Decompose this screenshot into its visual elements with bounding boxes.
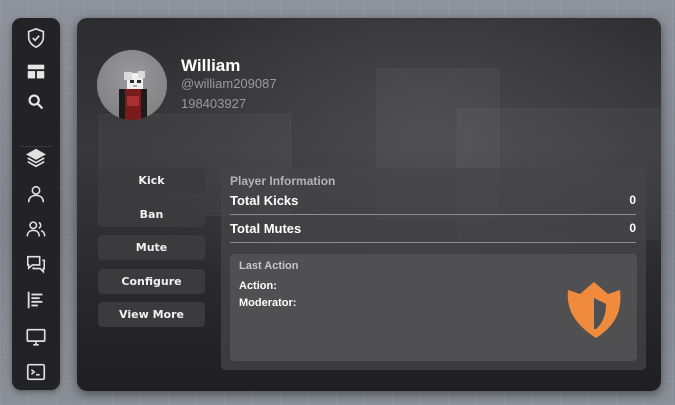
- users-icon[interactable]: [24, 217, 48, 241]
- stat-label: Total Kicks: [230, 193, 299, 208]
- user-id: 198403927: [181, 96, 247, 111]
- terminal-icon[interactable]: [24, 360, 48, 384]
- player-panel: William @william209087 198403927 Kick Ba…: [77, 18, 661, 391]
- shield-half-icon: [567, 282, 621, 338]
- ban-button[interactable]: Ban: [98, 202, 205, 227]
- last-action-card: Last Action Action: Moderator:: [230, 254, 637, 361]
- display-name: William: [181, 56, 241, 75]
- player-information-panel: Player Information Total Kicks 0 Total M…: [221, 168, 646, 370]
- user-icon[interactable]: [24, 182, 48, 206]
- kick-button[interactable]: Kick: [98, 168, 205, 193]
- stat-value: 0: [629, 193, 636, 207]
- username: @william209087: [181, 76, 277, 91]
- action-label: Action:: [239, 280, 277, 292]
- stat-value: 0: [629, 221, 636, 235]
- stat-label: Total Mutes: [230, 221, 302, 236]
- player-information-title: Player Information: [230, 174, 336, 188]
- search-icon[interactable]: [24, 90, 48, 114]
- mute-button[interactable]: Mute: [98, 235, 205, 260]
- configure-button[interactable]: Configure: [98, 269, 205, 294]
- avatar: [97, 50, 167, 120]
- monitor-icon[interactable]: [24, 325, 48, 349]
- chat-icon[interactable]: [24, 252, 48, 276]
- view-more-button[interactable]: View More: [98, 302, 205, 327]
- layout-icon[interactable]: [24, 60, 48, 84]
- last-action-title: Last Action: [239, 260, 299, 272]
- layers-icon[interactable]: [24, 146, 48, 170]
- sidebar: [12, 18, 60, 390]
- stat-row-mutes: Total Mutes 0: [230, 216, 636, 243]
- stat-row-kicks: Total Kicks 0: [230, 188, 636, 215]
- moderator-label: Moderator:: [239, 297, 297, 309]
- shield-icon[interactable]: [24, 26, 48, 50]
- list-icon[interactable]: [24, 288, 48, 312]
